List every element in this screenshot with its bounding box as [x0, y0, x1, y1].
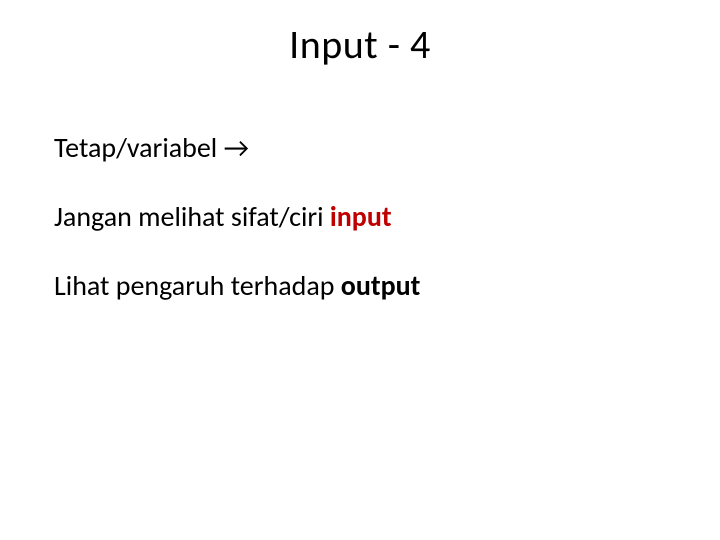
line-tetap-variabel: Tetap/variabel → — [54, 130, 654, 165]
slide-title: Input - 4 — [0, 20, 720, 69]
line2-prefix: Jangan melihat sifat/ciri — [54, 199, 330, 234]
line1-text: Tetap/variabel — [54, 130, 224, 165]
line3-prefix: Lihat pengaruh terhadap — [54, 268, 341, 303]
line-lihat-pengaruh: Lihat pengaruh terhadap output — [54, 268, 654, 303]
slide: Input - 4 Tetap/variabel → Jangan meliha… — [0, 0, 720, 540]
line3-emph-output: output — [341, 268, 421, 303]
arrow-right-icon: → — [224, 130, 249, 165]
slide-body: Tetap/variabel → Jangan melihat sifat/ci… — [54, 130, 654, 337]
line-jangan-melihat: Jangan melihat sifat/ciri input — [54, 199, 654, 234]
line2-emph-input: input — [330, 199, 392, 234]
